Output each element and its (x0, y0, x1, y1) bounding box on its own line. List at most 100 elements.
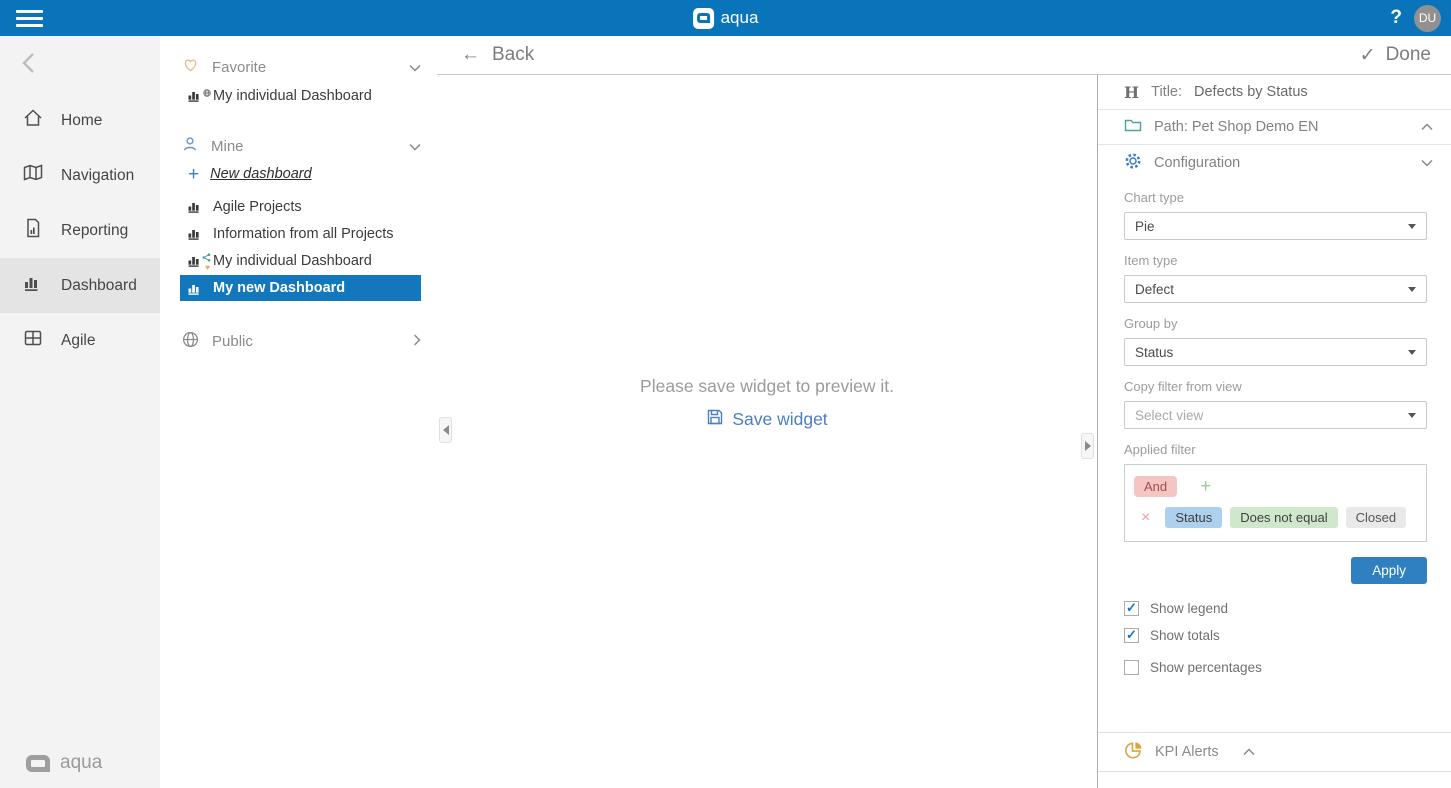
widget-preview-area: Please save widget to preview it. Save w… (437, 75, 1097, 788)
chart-icon (188, 200, 203, 213)
sidebar-item-label: Navigation (61, 167, 134, 185)
plus-icon: + (188, 165, 199, 184)
chevron-down-icon[interactable] (409, 138, 421, 155)
show-legend-checkbox[interactable] (1124, 601, 1139, 616)
person-icon (182, 136, 198, 156)
show-percentages-checkbox[interactable] (1124, 660, 1139, 675)
tree-item-label: My new Dashboard (213, 280, 345, 296)
item-type-value: Defect (1135, 282, 1174, 297)
back-button[interactable]: ← Back (461, 44, 534, 66)
group-by-value: Status (1135, 345, 1173, 360)
tree-item-label: Information from all Projects (213, 226, 394, 242)
heart-icon (182, 57, 199, 77)
chart-icon: ♥ (188, 254, 203, 267)
content-header: ← Back ✓ Done (437, 36, 1451, 75)
tree-item-my-new-dashboard[interactable]: My new Dashboard (180, 275, 421, 301)
copy-filter-label: Copy filter from view (1124, 379, 1427, 394)
triangle-left-icon (443, 425, 449, 435)
option-label: Show legend (1150, 601, 1228, 616)
tree-item-my-individual-dashboard[interactable]: ♥ My individual Dashboard (160, 247, 437, 274)
chart-icon (188, 89, 203, 102)
config-fields: Chart type Pie Item type Defect Group by (1098, 180, 1451, 687)
save-widget-button[interactable]: Save widget (706, 408, 827, 431)
sidebar-item-label: Home (61, 112, 102, 130)
save-widget-label: Save widget (732, 409, 827, 430)
agile-grid-icon (22, 327, 44, 354)
show-totals-option[interactable]: Show totals (1124, 628, 1427, 643)
avatar[interactable]: DU (1414, 5, 1441, 32)
show-totals-checkbox[interactable] (1124, 628, 1139, 643)
chevron-right-icon[interactable] (413, 333, 421, 350)
aqua-logo-icon (693, 8, 714, 29)
dashboard-icon (22, 272, 44, 299)
help-button[interactable]: ? (1390, 7, 1402, 29)
configuration-row[interactable]: Configuration (1098, 145, 1451, 180)
tree-item-label: Agile Projects (213, 199, 302, 215)
sidebar-collapse-icon[interactable] (22, 52, 160, 79)
chevron-down-icon[interactable] (409, 59, 421, 76)
group-by-select[interactable]: Status (1124, 338, 1427, 366)
topbar: aqua ? DU (0, 0, 1451, 36)
path-row[interactable]: Path: Pet Shop Demo EN (1098, 110, 1451, 145)
chart-type-label: Chart type (1124, 190, 1427, 205)
title-row[interactable]: H Title: Defects by Status (1098, 75, 1451, 110)
sidebar-item-dashboard[interactable]: Dashboard (0, 258, 160, 313)
kpi-alerts-row[interactable]: KPI Alerts (1098, 732, 1451, 772)
tree-item-label: My individual Dashboard (213, 253, 372, 269)
gear-icon (1124, 152, 1142, 174)
tree-section-label: Public (212, 333, 253, 350)
tree-item-label: My individual Dashboard (213, 88, 372, 104)
show-percentages-option[interactable]: Show percentages (1124, 660, 1427, 675)
home-icon (22, 107, 44, 134)
folder-icon (1124, 117, 1142, 137)
tree-section-public[interactable]: Public (160, 326, 437, 356)
sidebar-item-label: Dashboard (61, 277, 137, 295)
chevron-up-icon[interactable] (1243, 744, 1255, 760)
filter-value-chip[interactable]: Closed (1346, 507, 1406, 528)
tree-section-label: Mine (211, 138, 244, 155)
app-root: aqua ? DU Home Navigation (0, 0, 1451, 788)
apply-button[interactable]: Apply (1351, 557, 1427, 584)
tree-section-favorite[interactable]: Favorite (160, 52, 437, 82)
applied-filter-box: And + × Status Does not equal Closed (1124, 464, 1427, 542)
sidebar-item-home[interactable]: Home (0, 93, 160, 148)
globe-badge-icon (203, 85, 211, 101)
copy-filter-select[interactable]: Select view (1124, 401, 1427, 429)
tree-section-mine[interactable]: Mine (160, 131, 437, 161)
heart-badge-icon: ♥ (205, 264, 210, 272)
sidebar-item-reporting[interactable]: Reporting (0, 203, 160, 258)
option-label: Show totals (1150, 628, 1220, 643)
tree-item-information-all-projects[interactable]: Information from all Projects (160, 220, 437, 247)
dashboard-tree-panel: Favorite My individual Dashboard (160, 36, 437, 788)
done-button[interactable]: ✓ Done (1360, 44, 1431, 67)
chevron-up-icon[interactable] (1421, 119, 1433, 135)
show-legend-option[interactable]: Show legend (1124, 601, 1427, 616)
chevron-down-icon[interactable] (1421, 155, 1433, 171)
filter-operator-chip[interactable]: And (1134, 476, 1177, 497)
new-dashboard-button[interactable]: + New dashboard (160, 161, 437, 187)
menu-icon[interactable] (16, 10, 43, 27)
chart-type-value: Pie (1135, 219, 1155, 234)
sidebar-item-agile[interactable]: Agile (0, 313, 160, 368)
sidebar-item-navigation[interactable]: Navigation (0, 148, 160, 203)
title-value[interactable]: Defects by Status (1194, 84, 1308, 100)
collapse-left-handle[interactable] (439, 417, 452, 443)
tree-item-favorite-dashboard[interactable]: My individual Dashboard (160, 82, 437, 109)
chart-icon (188, 227, 203, 240)
filter-field-chip[interactable]: Status (1165, 507, 1222, 528)
option-label: Show percentages (1150, 660, 1262, 675)
preview-message: Please save widget to preview it. (640, 376, 894, 397)
back-label: Back (492, 44, 534, 66)
title-label: Title: (1151, 84, 1182, 100)
tree-item-agile-projects[interactable]: Agile Projects (160, 193, 437, 220)
filter-condition-chip[interactable]: Does not equal (1230, 507, 1337, 528)
collapse-right-handle[interactable] (1081, 433, 1094, 459)
item-type-select[interactable]: Defect (1124, 275, 1427, 303)
chart-type-select[interactable]: Pie (1124, 212, 1427, 240)
add-condition-icon[interactable]: + (1200, 477, 1211, 496)
chart-icon (188, 282, 203, 295)
kpi-alerts-label: KPI Alerts (1155, 744, 1219, 760)
footer-logo-text: aqua (60, 752, 102, 774)
remove-condition-icon[interactable]: × (1141, 509, 1150, 527)
configuration-label: Configuration (1154, 155, 1240, 171)
